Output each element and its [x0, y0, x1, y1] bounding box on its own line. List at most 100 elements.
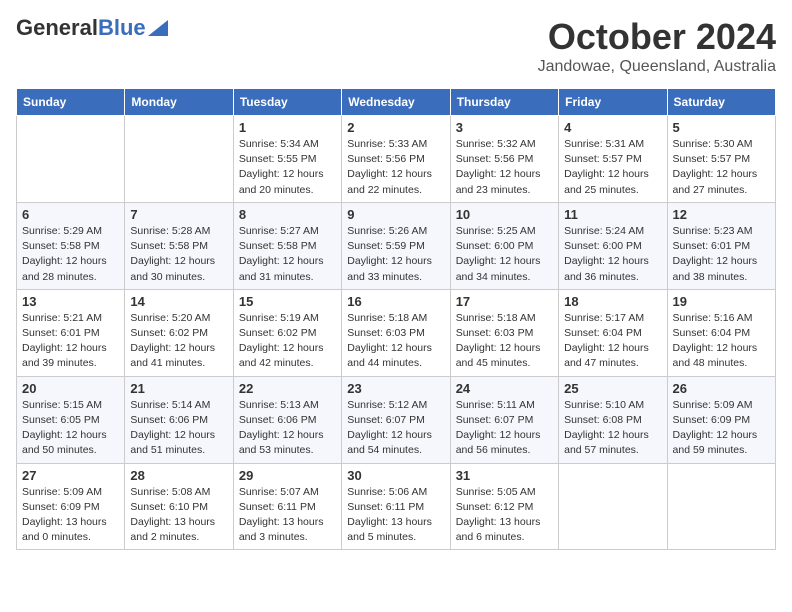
day-info: Sunrise: 5:10 AM Sunset: 6:08 PM Dayligh… [564, 398, 661, 459]
day-number: 5 [673, 120, 770, 135]
day-info: Sunrise: 5:05 AM Sunset: 6:12 PM Dayligh… [456, 485, 553, 546]
day-number: 26 [673, 381, 770, 396]
calendar-day-cell: 18 Sunrise: 5:17 AM Sunset: 6:04 PM Dayli… [559, 289, 667, 376]
day-info: Sunrise: 5:11 AM Sunset: 6:07 PM Dayligh… [456, 398, 553, 459]
calendar-day-cell: 6 Sunrise: 5:29 AM Sunset: 5:58 PM Daylig… [17, 202, 125, 289]
day-of-week-header: Wednesday [342, 89, 450, 116]
day-info: Sunrise: 5:20 AM Sunset: 6:02 PM Dayligh… [130, 311, 227, 372]
calendar-table: SundayMondayTuesdayWednesdayThursdayFrid… [16, 88, 776, 550]
day-number: 9 [347, 207, 444, 222]
day-of-week-header: Friday [559, 89, 667, 116]
day-info: Sunrise: 5:06 AM Sunset: 6:11 PM Dayligh… [347, 485, 444, 546]
day-number: 7 [130, 207, 227, 222]
day-number: 20 [22, 381, 119, 396]
day-info: Sunrise: 5:16 AM Sunset: 6:04 PM Dayligh… [673, 311, 770, 372]
month-title: October 2024 [538, 16, 776, 58]
calendar-day-cell: 23 Sunrise: 5:12 AM Sunset: 6:07 PM Dayli… [342, 376, 450, 463]
day-number: 10 [456, 207, 553, 222]
day-number: 21 [130, 381, 227, 396]
day-info: Sunrise: 5:08 AM Sunset: 6:10 PM Dayligh… [130, 485, 227, 546]
day-number: 25 [564, 381, 661, 396]
calendar-week-row: 27 Sunrise: 5:09 AM Sunset: 6:09 PM Dayli… [17, 463, 776, 550]
day-info: Sunrise: 5:15 AM Sunset: 6:05 PM Dayligh… [22, 398, 119, 459]
page-header: GeneralBlue October 2024 Jandowae, Queen… [16, 16, 776, 76]
calendar-day-cell [125, 116, 233, 203]
day-number: 14 [130, 294, 227, 309]
calendar-day-cell: 20 Sunrise: 5:15 AM Sunset: 6:05 PM Dayli… [17, 376, 125, 463]
day-info: Sunrise: 5:24 AM Sunset: 6:00 PM Dayligh… [564, 224, 661, 285]
day-info: Sunrise: 5:26 AM Sunset: 5:59 PM Dayligh… [347, 224, 444, 285]
calendar-day-cell: 3 Sunrise: 5:32 AM Sunset: 5:56 PM Daylig… [450, 116, 558, 203]
calendar-day-cell [17, 116, 125, 203]
calendar-day-cell: 16Sunrise: 5:18 AM Sunset: 6:03 PM Dayli… [342, 289, 450, 376]
day-number: 12 [673, 207, 770, 222]
calendar-day-cell: 26 Sunrise: 5:09 AM Sunset: 6:09 PM Dayli… [667, 376, 775, 463]
calendar-day-cell: 12Sunrise: 5:23 AM Sunset: 6:01 PM Dayli… [667, 202, 775, 289]
calendar-day-cell: 31Sunrise: 5:05 AM Sunset: 6:12 PM Dayli… [450, 463, 558, 550]
day-of-week-header: Tuesday [233, 89, 341, 116]
calendar-day-cell: 22Sunrise: 5:13 AM Sunset: 6:06 PM Dayli… [233, 376, 341, 463]
location-title: Jandowae, Queensland, Australia [538, 58, 776, 76]
day-number: 17 [456, 294, 553, 309]
calendar-day-cell: 25 Sunrise: 5:10 AM Sunset: 6:08 PM Dayli… [559, 376, 667, 463]
calendar-week-row: 1 Sunrise: 5:34 AM Sunset: 5:55 PM Daylig… [17, 116, 776, 203]
day-number: 6 [22, 207, 119, 222]
day-of-week-header: Sunday [17, 89, 125, 116]
day-number: 3 [456, 120, 553, 135]
day-of-week-header: Monday [125, 89, 233, 116]
day-number: 27 [22, 468, 119, 483]
day-info: Sunrise: 5:17 AM Sunset: 6:04 PM Dayligh… [564, 311, 661, 372]
calendar-day-cell [559, 463, 667, 550]
day-info: Sunrise: 5:34 AM Sunset: 5:55 PM Dayligh… [239, 137, 336, 198]
day-info: Sunrise: 5:12 AM Sunset: 6:07 PM Dayligh… [347, 398, 444, 459]
day-info: Sunrise: 5:19 AM Sunset: 6:02 PM Dayligh… [239, 311, 336, 372]
day-number: 19 [673, 294, 770, 309]
calendar-day-cell: 17 Sunrise: 5:18 AM Sunset: 6:03 PM Dayli… [450, 289, 558, 376]
calendar-day-cell: 30 Sunrise: 5:06 AM Sunset: 6:11 PM Dayli… [342, 463, 450, 550]
day-number: 23 [347, 381, 444, 396]
calendar-day-cell: 24 Sunrise: 5:11 AM Sunset: 6:07 PM Dayli… [450, 376, 558, 463]
day-info: Sunrise: 5:14 AM Sunset: 6:06 PM Dayligh… [130, 398, 227, 459]
day-number: 24 [456, 381, 553, 396]
day-info: Sunrise: 5:25 AM Sunset: 6:00 PM Dayligh… [456, 224, 553, 285]
calendar-day-cell: 8 Sunrise: 5:27 AM Sunset: 5:58 PM Daylig… [233, 202, 341, 289]
day-number: 15 [239, 294, 336, 309]
day-number: 28 [130, 468, 227, 483]
day-info: Sunrise: 5:09 AM Sunset: 6:09 PM Dayligh… [673, 398, 770, 459]
day-number: 18 [564, 294, 661, 309]
day-info: Sunrise: 5:21 AM Sunset: 6:01 PM Dayligh… [22, 311, 119, 372]
calendar-day-cell: 11 Sunrise: 5:24 AM Sunset: 6:00 PM Dayli… [559, 202, 667, 289]
day-of-week-header: Saturday [667, 89, 775, 116]
calendar-week-row: 13 Sunrise: 5:21 AM Sunset: 6:01 PM Dayli… [17, 289, 776, 376]
calendar-day-cell: 4Sunrise: 5:31 AM Sunset: 5:57 PM Daylig… [559, 116, 667, 203]
day-info: Sunrise: 5:27 AM Sunset: 5:58 PM Dayligh… [239, 224, 336, 285]
day-number: 29 [239, 468, 336, 483]
day-number: 30 [347, 468, 444, 483]
day-number: 1 [239, 120, 336, 135]
day-info: Sunrise: 5:32 AM Sunset: 5:56 PM Dayligh… [456, 137, 553, 198]
day-number: 8 [239, 207, 336, 222]
day-number: 4 [564, 120, 661, 135]
calendar-day-cell [667, 463, 775, 550]
calendar-day-cell: 10 Sunrise: 5:25 AM Sunset: 6:00 PM Dayli… [450, 202, 558, 289]
day-info: Sunrise: 5:13 AM Sunset: 6:06 PM Dayligh… [239, 398, 336, 459]
day-number: 13 [22, 294, 119, 309]
day-info: Sunrise: 5:18 AM Sunset: 6:03 PM Dayligh… [456, 311, 553, 372]
calendar-day-cell: 2Sunrise: 5:33 AM Sunset: 5:56 PM Daylig… [342, 116, 450, 203]
calendar-day-cell: 21 Sunrise: 5:14 AM Sunset: 6:06 PM Dayli… [125, 376, 233, 463]
logo-general-text: General [16, 15, 98, 40]
day-info: Sunrise: 5:29 AM Sunset: 5:58 PM Dayligh… [22, 224, 119, 285]
day-info: Sunrise: 5:07 AM Sunset: 6:11 PM Dayligh… [239, 485, 336, 546]
day-of-week-header: Thursday [450, 89, 558, 116]
calendar-day-cell: 27 Sunrise: 5:09 AM Sunset: 6:09 PM Dayli… [17, 463, 125, 550]
calendar-day-cell: 7Sunrise: 5:28 AM Sunset: 5:58 PM Daylig… [125, 202, 233, 289]
calendar-day-cell: 29 Sunrise: 5:07 AM Sunset: 6:11 PM Dayli… [233, 463, 341, 550]
calendar-day-cell: 13 Sunrise: 5:21 AM Sunset: 6:01 PM Dayli… [17, 289, 125, 376]
calendar-day-cell: 5Sunrise: 5:30 AM Sunset: 5:57 PM Daylig… [667, 116, 775, 203]
calendar-week-row: 6 Sunrise: 5:29 AM Sunset: 5:58 PM Daylig… [17, 202, 776, 289]
day-number: 2 [347, 120, 444, 135]
day-info: Sunrise: 5:09 AM Sunset: 6:09 PM Dayligh… [22, 485, 119, 546]
day-number: 11 [564, 207, 661, 222]
calendar-day-cell: 15 Sunrise: 5:19 AM Sunset: 6:02 PM Dayli… [233, 289, 341, 376]
calendar-day-cell: 9 Sunrise: 5:26 AM Sunset: 5:59 PM Daylig… [342, 202, 450, 289]
